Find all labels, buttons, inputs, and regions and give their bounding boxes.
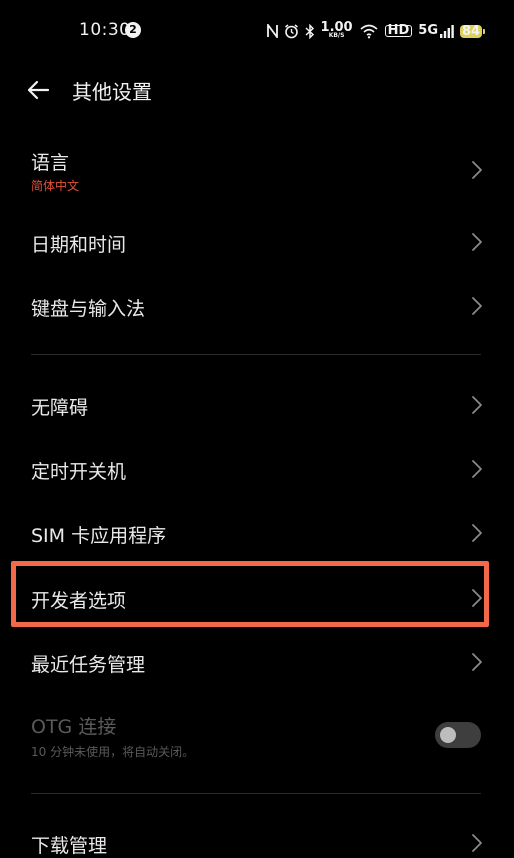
highlight-box — [11, 561, 489, 627]
status-time: 10:30 — [79, 20, 131, 40]
chevron-right-icon — [472, 297, 482, 315]
chevron-right-icon — [472, 396, 482, 414]
toggle-knob — [440, 727, 456, 743]
section-divider — [31, 793, 481, 794]
setting-item-label: 键盘与输入法 — [31, 298, 146, 320]
status-bar: 10:30 2 1.00 KB/S HD 5G 84 — [0, 0, 514, 62]
setting-item-label: OTG 连接 — [31, 716, 117, 738]
chevron-right-icon — [472, 233, 482, 251]
setting-item-otg[interactable]: OTG 连接 10 分钟未使用，将自动关闭。 — [0, 700, 514, 776]
chevron-right-icon — [472, 460, 482, 478]
network-speed-value: 1.00 — [320, 20, 353, 35]
network-speed-unit: KB/S — [328, 32, 345, 39]
setting-item-download-manager[interactable]: 下载管理 — [0, 811, 514, 857]
setting-item-label: 下载管理 — [31, 835, 108, 857]
setting-item-label: 语言 — [31, 152, 70, 174]
setting-item-date-time[interactable]: 日期和时间 — [0, 210, 514, 274]
bluetooth-icon — [305, 23, 315, 39]
hd-voice-icon: HD — [384, 24, 413, 37]
signal-bars-icon — [440, 24, 454, 38]
setting-item-recent-tasks[interactable]: 最近任务管理 — [0, 630, 514, 694]
back-button[interactable] — [22, 74, 54, 106]
otg-toggle-switch[interactable] — [435, 722, 481, 748]
setting-item-label: 最近任务管理 — [31, 654, 146, 676]
chevron-right-icon — [472, 834, 482, 852]
setting-item-scheduled-power[interactable]: 定时开关机 — [0, 437, 514, 501]
page-title: 其他设置 — [72, 80, 152, 104]
top-app-bar: 其他设置 — [0, 62, 514, 118]
setting-item-label: 日期和时间 — [31, 234, 127, 256]
setting-item-sim-apps[interactable]: SIM 卡应用程序 — [0, 501, 514, 565]
alarm-clock-icon — [284, 23, 299, 39]
setting-item-keyboard-input[interactable]: 键盘与输入法 — [0, 274, 514, 338]
battery-icon: 84 — [460, 23, 485, 39]
nfc-icon — [266, 24, 278, 38]
setting-item-label: 定时开关机 — [31, 461, 127, 483]
setting-item-value: 简体中文 — [31, 179, 80, 193]
status-icons: 1.00 KB/S HD 5G 84 — [266, 20, 485, 42]
setting-item-label: SIM 卡应用程序 — [31, 525, 167, 547]
setting-item-accessibility[interactable]: 无障碍 — [0, 373, 514, 437]
chevron-right-icon — [472, 524, 482, 542]
back-arrow-icon — [27, 80, 50, 100]
section-divider — [31, 354, 481, 355]
chevron-right-icon — [472, 161, 482, 179]
wifi-icon — [359, 24, 379, 39]
cellular-5g-label: 5G — [418, 23, 438, 38]
notification-count-badge: 2 — [125, 22, 141, 38]
network-speed: 1.00 KB/S — [320, 20, 353, 39]
setting-item-description: 10 分钟未使用，将自动关闭。 — [31, 745, 195, 759]
setting-item-label: 无障碍 — [31, 397, 89, 419]
setting-item-language[interactable]: 语言 简体中文 — [0, 138, 514, 204]
chevron-right-icon — [472, 653, 482, 671]
